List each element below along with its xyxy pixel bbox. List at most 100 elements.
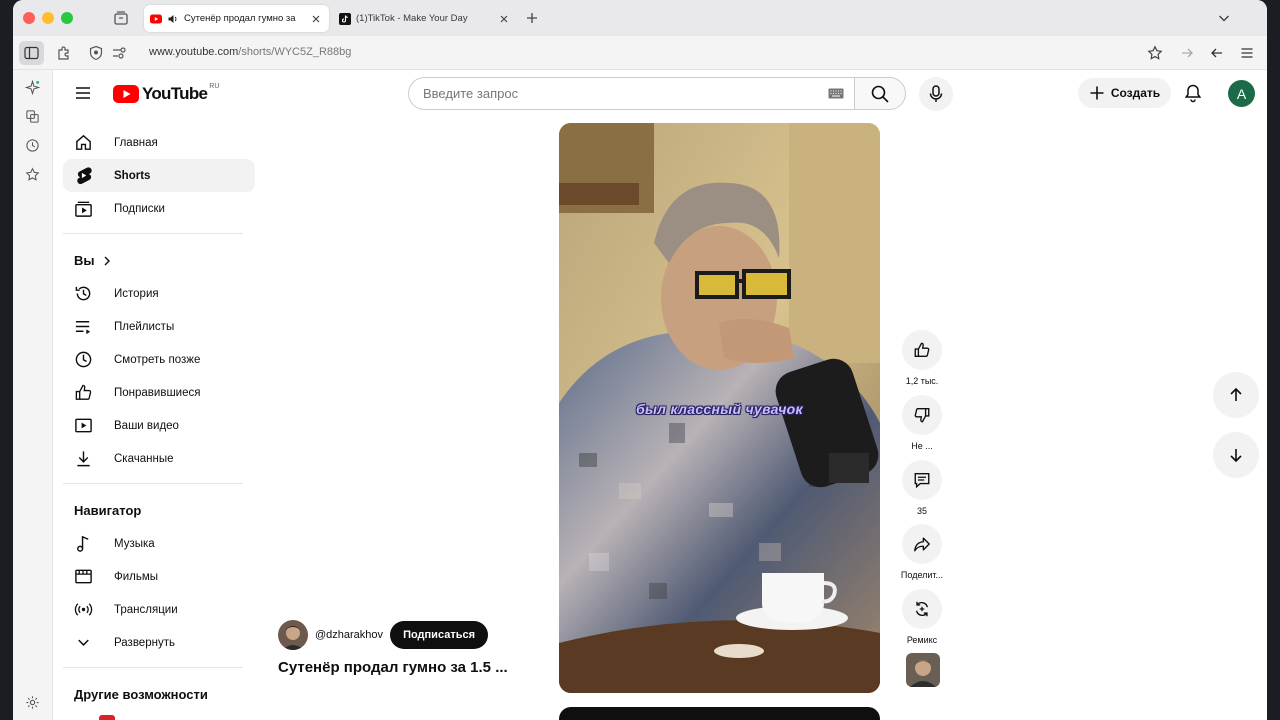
next-short-button[interactable]	[1213, 432, 1259, 478]
shield-icon[interactable]	[88, 45, 104, 61]
sidebar-divider	[63, 483, 243, 484]
search-button[interactable]	[854, 77, 906, 110]
tab-manager-icon[interactable]	[113, 10, 129, 26]
close-tab-icon[interactable]	[309, 12, 323, 26]
sidebar-item-downloads[interactable]: Скачанные	[63, 442, 255, 475]
country-code: RU	[209, 82, 220, 90]
audio-playing-icon[interactable]	[167, 13, 179, 25]
tab-bar: Сутенёр продал гумно за (1)TikTok - Make…	[13, 0, 1267, 36]
remix-label: Ремикс	[906, 635, 938, 645]
sidebar-item-watch-later[interactable]: Смотреть позже	[63, 343, 255, 376]
menu-icon[interactable]	[1239, 45, 1255, 61]
new-tab-icon[interactable]	[525, 11, 539, 25]
history-clock-icon[interactable]	[25, 138, 40, 153]
address-bar: www.youtube.com/shorts/WYC5Z_R88bg	[13, 36, 1267, 70]
sidebar-item-liked[interactable]: Понравившиеся	[63, 376, 255, 409]
sidebar-divider	[63, 233, 243, 234]
sidebar-item-label: Понравившиеся	[114, 386, 201, 399]
sidebar-item-label: Развернуть	[114, 636, 175, 649]
short-video-player[interactable]: был классный чувачок	[559, 123, 880, 693]
previous-short-button[interactable]	[1213, 372, 1259, 418]
arrow-up-icon	[1230, 387, 1242, 401]
minimize-window-button[interactable]	[42, 12, 54, 24]
video-title[interactable]: Сутенёр продал гумно за 1.5 ...	[278, 659, 508, 676]
chevron-right-icon	[104, 256, 110, 265]
close-tab-icon[interactable]	[497, 12, 511, 26]
sidebar-item-history[interactable]: История	[63, 277, 255, 310]
sidebar-icon	[24, 46, 39, 60]
playlists-icon	[75, 321, 91, 335]
sidebar-item-label: Фильмы	[114, 570, 159, 583]
url-host: www.youtube.com	[149, 46, 239, 58]
url-path: /shorts/WYC5Z_R88bg	[238, 46, 352, 58]
movies-icon	[75, 569, 92, 584]
sidebar-item-label: Подписки	[114, 202, 165, 215]
tab-youtube[interactable]: Сутенёр продал гумно за	[144, 5, 329, 32]
extensions-icon[interactable]	[56, 45, 72, 61]
comment-count: 35	[916, 506, 927, 516]
close-window-button[interactable]	[23, 12, 35, 24]
dislike-action: Не ...	[892, 395, 952, 451]
channel-avatar[interactable]	[278, 620, 308, 650]
sidebar-toggle-button[interactable]	[19, 41, 44, 65]
youtube-play-logo-icon	[113, 85, 139, 103]
thumbs-up-icon	[914, 342, 930, 357]
ai-sparkle-icon[interactable]	[25, 80, 40, 95]
create-button[interactable]: Создать	[1078, 78, 1171, 108]
sidebar-item-subscriptions[interactable]: Подписки	[63, 192, 255, 225]
like-button[interactable]	[902, 330, 942, 370]
reading-list-icon[interactable]	[25, 109, 40, 124]
browser-window: Сутенёр продал гумно за (1)TikTok - Make…	[13, 0, 1267, 720]
section-title: Вы	[74, 253, 95, 268]
maximize-window-button[interactable]	[61, 12, 73, 24]
sidebar-item-your-videos[interactable]: Ваши видео	[63, 409, 255, 442]
share-button[interactable]	[902, 524, 942, 564]
back-arrow-icon[interactable]	[1209, 45, 1225, 61]
next-short-preview[interactable]	[559, 707, 880, 720]
tiktok-favicon-icon	[339, 12, 351, 25]
search-input[interactable]	[409, 78, 789, 109]
chevron-down-icon	[78, 639, 89, 646]
subscribe-button[interactable]: Подписаться	[390, 621, 489, 649]
sidebar-you-header[interactable]: Вы	[63, 244, 255, 277]
tab-list-chevron-icon[interactable]	[1217, 11, 1231, 25]
voice-search-button[interactable]	[919, 77, 953, 111]
notifications-bell-icon[interactable]	[1183, 83, 1203, 103]
favorites-star-icon[interactable]	[25, 167, 40, 182]
tab-title: (1)TikTok - Make Your Day	[356, 13, 468, 24]
sidebar-item-expand[interactable]: Развернуть	[63, 626, 255, 659]
youtube-logo[interactable]: YouTube RU	[113, 82, 220, 104]
sidebar-item-playlists[interactable]: Плейлисты	[63, 310, 255, 343]
sound-thumbnail[interactable]	[906, 653, 940, 687]
guide-menu-icon[interactable]	[73, 84, 93, 102]
sidebar-item-movies[interactable]: Фильмы	[63, 560, 255, 593]
account-avatar[interactable]: A	[1228, 80, 1255, 107]
sidebar-item-home[interactable]: Главная	[63, 126, 255, 159]
search-box	[408, 77, 854, 110]
dislike-button[interactable]	[902, 395, 942, 435]
youtube-premium-icon[interactable]	[99, 715, 115, 720]
bookmark-star-icon[interactable]	[1147, 45, 1163, 61]
remix-button[interactable]	[902, 589, 942, 629]
tab-tiktok[interactable]: (1)TikTok - Make Your Day	[333, 5, 517, 32]
comment-icon	[914, 473, 930, 489]
remix-icon	[915, 601, 929, 617]
forward-arrow-icon[interactable]	[1179, 45, 1195, 61]
comments-button[interactable]	[902, 460, 942, 500]
downloads-icon	[77, 451, 90, 467]
youtube-page: YouTube RU Создать A Главная Sh	[53, 70, 1267, 720]
sidebar-item-shorts[interactable]: Shorts	[63, 159, 255, 192]
url-text[interactable]: www.youtube.com/shorts/WYC5Z_R88bg	[149, 46, 351, 58]
guide-sidebar: Главная Shorts Подписки Вы История Плейл…	[63, 126, 255, 711]
channel-name[interactable]: @dzharakhov	[315, 629, 383, 641]
settings-gear-icon[interactable]	[25, 695, 40, 710]
sidebar-item-live[interactable]: Трансляции	[63, 593, 255, 626]
arrow-down-icon	[1230, 449, 1242, 463]
keyboard-icon[interactable]	[828, 88, 844, 99]
channel-row: @dzharakhov Подписаться	[278, 620, 489, 650]
share-icon	[914, 537, 930, 552]
sidebar-item-music[interactable]: Музыка	[63, 527, 255, 560]
section-title: Навигатор	[74, 503, 142, 518]
site-settings-icon[interactable]	[111, 45, 127, 61]
thumbs-down-icon	[914, 408, 930, 423]
